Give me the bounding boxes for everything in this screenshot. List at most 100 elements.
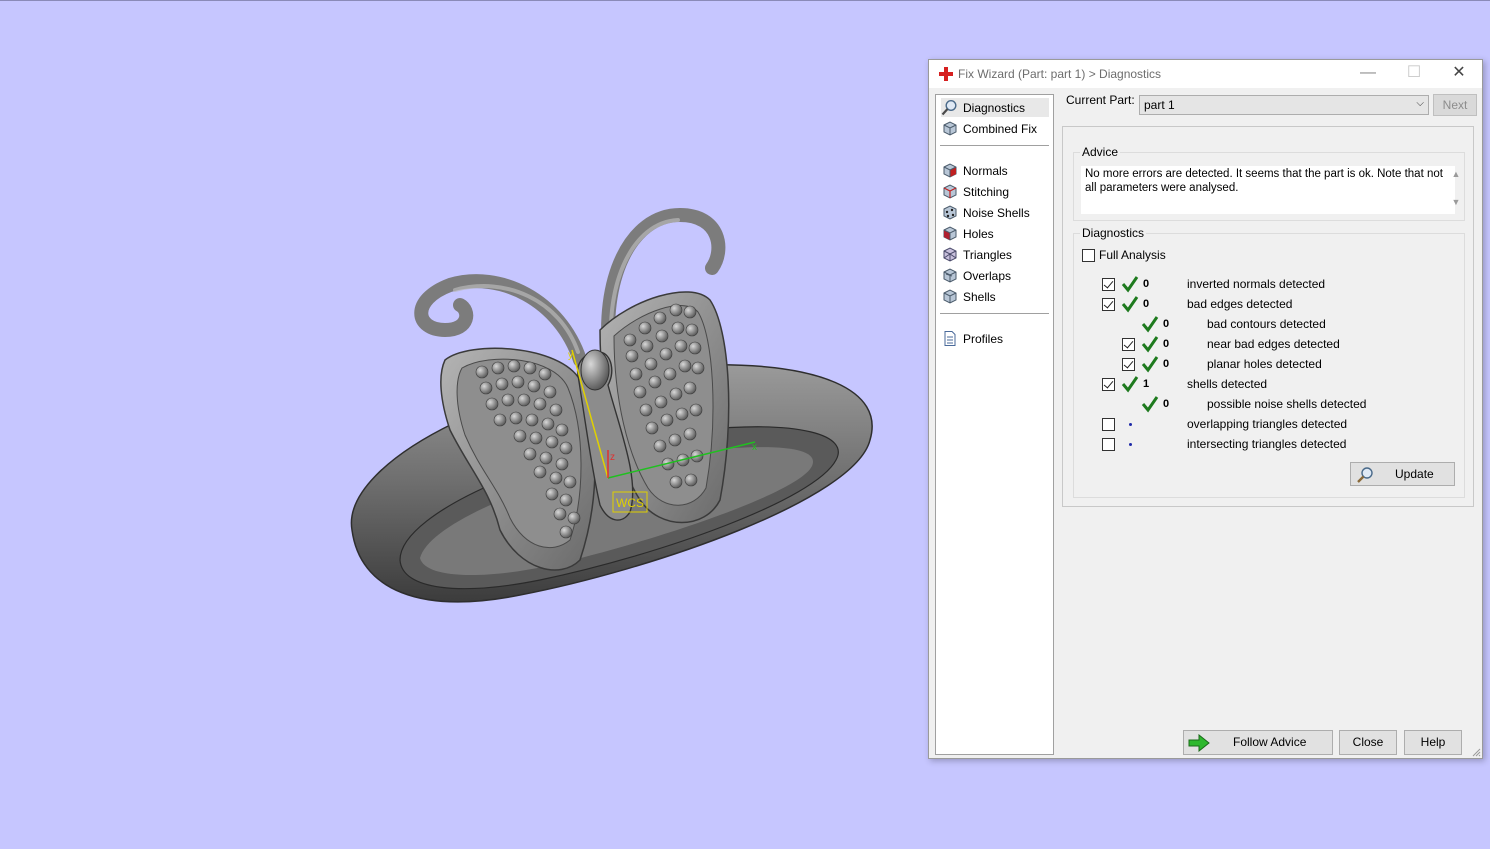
diagnostics-group: Diagnostics Full Analysis 0 inverted nor… bbox=[1073, 226, 1465, 498]
help-button[interactable]: Help bbox=[1404, 730, 1462, 755]
checkmark-icon bbox=[1141, 336, 1159, 353]
current-part-label: Current Part: bbox=[1066, 93, 1135, 107]
nav-item-label: Holes bbox=[963, 226, 994, 241]
row-checkbox[interactable] bbox=[1102, 438, 1115, 451]
axis-label-z: z bbox=[610, 452, 615, 463]
checkmark-icon bbox=[1121, 276, 1139, 293]
row-checkbox[interactable] bbox=[1102, 378, 1115, 391]
row-label: overlapping triangles detected bbox=[1187, 417, 1348, 431]
follow-advice-button[interactable]: Follow Advice bbox=[1183, 730, 1333, 755]
checkmark-icon bbox=[1121, 376, 1139, 393]
diagnostics-panel: Advice No more errors are detected. It s… bbox=[1062, 126, 1474, 507]
normals-cube-icon bbox=[943, 163, 957, 178]
row-label: intersecting triangles detected bbox=[1187, 437, 1347, 451]
nav-separator bbox=[940, 313, 1049, 314]
ring-model-render: y x z WCS bbox=[350, 207, 873, 603]
current-part-value: part 1 bbox=[1144, 98, 1175, 112]
holes-cube-icon bbox=[943, 226, 957, 241]
row-label: planar holes detected bbox=[1207, 357, 1322, 371]
checkmark-icon bbox=[1141, 396, 1159, 413]
row-label: bad contours detected bbox=[1207, 317, 1326, 331]
nav-item-holes[interactable]: Holes bbox=[941, 224, 1049, 243]
next-button[interactable]: Next bbox=[1433, 94, 1477, 116]
nav-item-label: Noise Shells bbox=[963, 205, 1030, 220]
wizard-nav-panel: Diagnostics Combined Fix Normals Stitchi bbox=[935, 94, 1054, 755]
axis-label-x: x bbox=[752, 442, 757, 453]
checkmark-icon bbox=[1141, 316, 1159, 333]
row-checkbox[interactable] bbox=[1102, 418, 1115, 431]
status-dot-icon bbox=[1129, 443, 1132, 446]
magnifier-icon bbox=[941, 99, 957, 116]
row-label: near bad edges detected bbox=[1207, 337, 1340, 351]
magnifier-icon bbox=[1357, 467, 1373, 483]
advice-scrollbar[interactable]: ▲ ▼ bbox=[1450, 167, 1462, 211]
stitching-cube-icon bbox=[943, 184, 957, 199]
nav-item-label: Profiles bbox=[963, 331, 1004, 346]
nav-item-combined-fix[interactable]: Combined Fix bbox=[941, 119, 1049, 138]
resize-grip-icon[interactable] bbox=[1471, 747, 1481, 757]
row-label: inverted normals detected bbox=[1187, 277, 1326, 291]
row-count: 1 bbox=[1143, 378, 1150, 390]
update-button[interactable]: Update bbox=[1350, 462, 1455, 486]
follow-advice-label: Follow Advice bbox=[1233, 735, 1307, 749]
full-analysis-label: Full Analysis bbox=[1099, 248, 1166, 262]
row-checkbox[interactable] bbox=[1102, 298, 1115, 311]
update-label: Update bbox=[1395, 467, 1434, 481]
full-analysis-checkbox[interactable] bbox=[1082, 249, 1095, 262]
nav-item-label: Normals bbox=[963, 163, 1008, 178]
row-count: 0 bbox=[1143, 278, 1150, 290]
nav-item-label: Stitching bbox=[963, 184, 1010, 199]
row-label: shells detected bbox=[1187, 377, 1268, 391]
red-cross-app-icon bbox=[939, 67, 953, 81]
cube-icon bbox=[943, 121, 957, 136]
row-count: 0 bbox=[1163, 338, 1170, 350]
triangles-cube-icon bbox=[943, 247, 957, 262]
row-checkbox[interactable] bbox=[1102, 278, 1115, 291]
advice-group: Advice No more errors are detected. It s… bbox=[1073, 145, 1465, 221]
nav-item-shells[interactable]: Shells bbox=[941, 287, 1049, 306]
row-label: bad edges detected bbox=[1187, 297, 1293, 311]
3d-viewport[interactable]: y x z WCS bbox=[0, 0, 925, 849]
row-count: 0 bbox=[1163, 398, 1170, 410]
nav-item-label: Overlaps bbox=[963, 268, 1012, 283]
close-window-button[interactable]: ✕ bbox=[1436, 60, 1482, 88]
row-count: 0 bbox=[1163, 318, 1170, 330]
wcs-label: WCS bbox=[616, 496, 644, 510]
dialog-title: Fix Wizard (Part: part 1) > Diagnostics bbox=[958, 67, 1162, 81]
advice-text: No more errors are detected. It seems th… bbox=[1081, 166, 1455, 214]
nav-item-label: Combined Fix bbox=[963, 121, 1038, 136]
nav-item-label: Shells bbox=[963, 289, 996, 304]
status-dot-icon bbox=[1129, 423, 1132, 426]
checkmark-icon bbox=[1141, 356, 1159, 373]
chevron-down-icon: ⌵ bbox=[1416, 98, 1424, 109]
green-arrow-icon bbox=[1188, 734, 1210, 752]
nav-item-profiles[interactable]: Profiles bbox=[941, 329, 1049, 348]
fix-wizard-dialog: Fix Wizard (Part: part 1) > Diagnostics … bbox=[928, 59, 1483, 759]
nav-item-triangles[interactable]: Triangles bbox=[941, 245, 1049, 264]
nav-item-label: Triangles bbox=[963, 247, 1012, 262]
nav-separator bbox=[940, 145, 1049, 146]
row-count: 0 bbox=[1143, 298, 1150, 310]
diagnostics-title: Diagnostics bbox=[1080, 226, 1147, 240]
shells-cube-icon bbox=[943, 289, 957, 304]
axis-label-y: y bbox=[568, 350, 573, 361]
noise-shells-icon bbox=[943, 205, 957, 220]
nav-item-label: Diagnostics bbox=[963, 100, 1026, 115]
nav-item-noise-shells[interactable]: Noise Shells bbox=[941, 203, 1049, 222]
nav-item-diagnostics[interactable]: Diagnostics bbox=[941, 98, 1049, 117]
nav-item-normals[interactable]: Normals bbox=[941, 161, 1049, 180]
dialog-titlebar[interactable]: Fix Wizard (Part: part 1) > Diagnostics … bbox=[929, 60, 1482, 88]
row-count: 0 bbox=[1163, 358, 1170, 370]
current-part-select[interactable]: part 1 ⌵ bbox=[1139, 95, 1429, 115]
row-checkbox[interactable] bbox=[1122, 338, 1135, 351]
overlaps-cube-icon bbox=[943, 268, 957, 283]
document-icon bbox=[944, 331, 956, 346]
close-button[interactable]: Close bbox=[1339, 730, 1397, 755]
minimize-button[interactable]: — bbox=[1345, 60, 1391, 88]
nav-item-stitching[interactable]: Stitching bbox=[941, 182, 1049, 201]
checkmark-icon bbox=[1121, 296, 1139, 313]
maximize-button[interactable]: ☐ bbox=[1391, 60, 1437, 88]
row-checkbox[interactable] bbox=[1122, 358, 1135, 371]
nav-item-overlaps[interactable]: Overlaps bbox=[941, 266, 1049, 285]
row-label: possible noise shells detected bbox=[1207, 397, 1367, 411]
